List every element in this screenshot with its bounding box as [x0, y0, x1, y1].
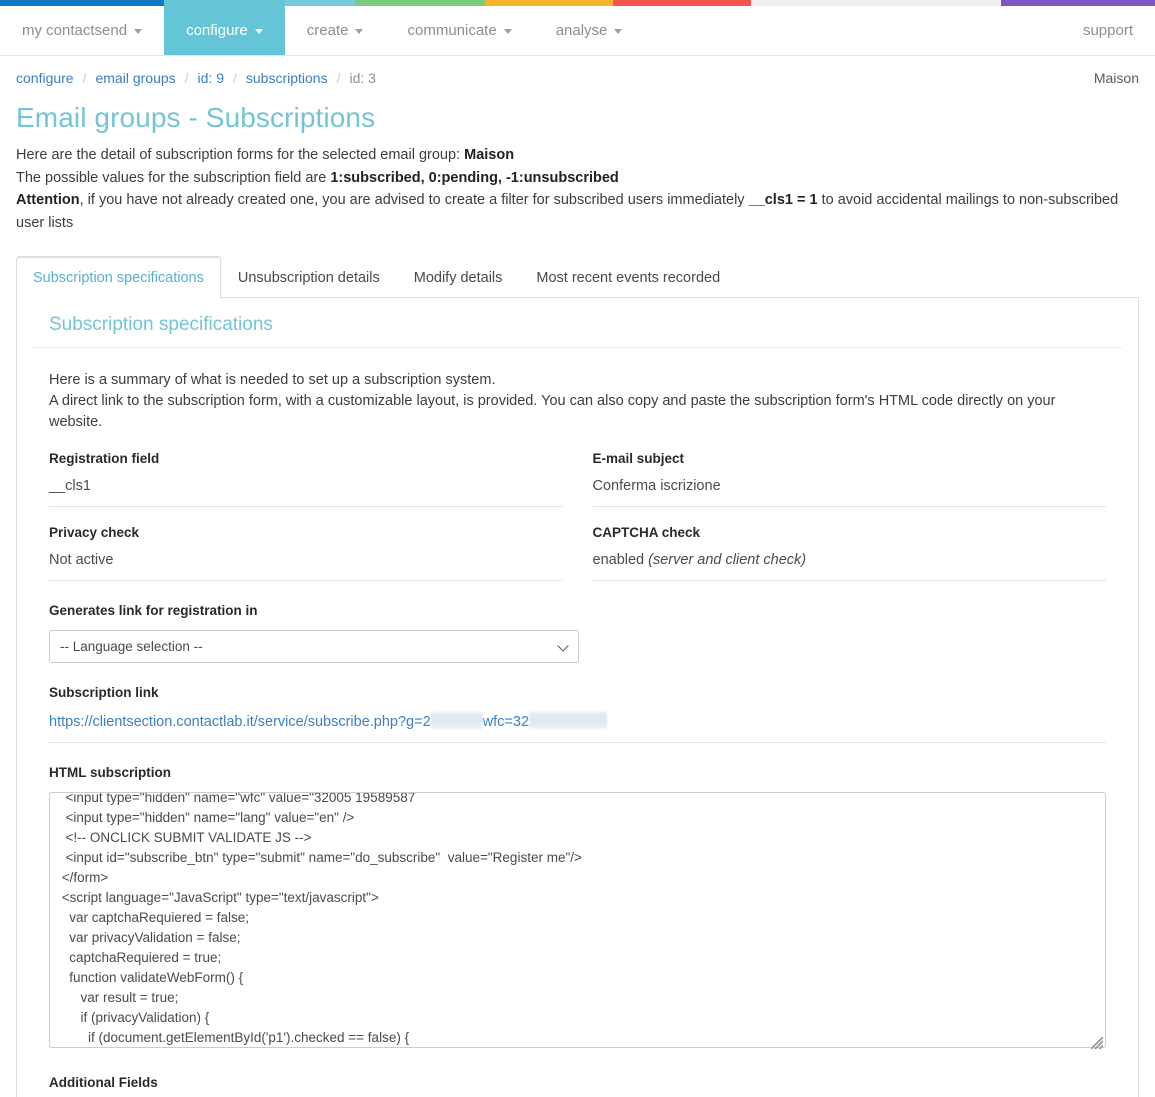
breadcrumb: configure / email groups / id: 9 / subsc…	[16, 70, 376, 86]
breadcrumb-item-subscriptions[interactable]: subscriptions	[246, 70, 328, 86]
field-label: Subscription link	[49, 685, 159, 700]
email-group-name: Maison	[1093, 70, 1139, 86]
field-email-subject: E-mail subject Conferma iscrizione	[592, 451, 1106, 507]
field-label: Generates link for registration in	[49, 603, 258, 618]
language-select-wrapper: -- Language selection --	[49, 630, 579, 663]
field-label: E-mail subject	[592, 451, 685, 466]
field-label: Additional Fields	[49, 1075, 158, 1090]
field-html-subscription: HTML subscription	[49, 765, 1106, 1053]
intro-line-3: Attention, if you have not already creat…	[16, 189, 1139, 234]
field-label: Privacy check	[49, 525, 140, 540]
field-label: Registration field	[49, 451, 160, 466]
nav-item-label: create	[306, 22, 349, 39]
panel-lead-line-2: A direct link to the subscription form, …	[49, 393, 1056, 430]
page-intro: Here are the detail of subscription form…	[16, 144, 1139, 234]
nav-item-label: configure	[186, 22, 248, 39]
breadcrumb-row: configure / email groups / id: 9 / subsc…	[0, 56, 1155, 86]
tab-subscription-specifications[interactable]: Subscription specifications	[16, 256, 221, 298]
field-value: enabled (server and client check)	[592, 552, 1106, 581]
nav-item-my-contactsend[interactable]: my contactsend	[0, 0, 164, 55]
breadcrumb-item-id-9[interactable]: id: 9	[198, 70, 224, 86]
breadcrumb-separator: /	[233, 70, 237, 86]
subscription-link-value: https://clientsection.contactlab.it/serv…	[49, 712, 1106, 743]
intro-line-2: The possible values for the subscription…	[16, 167, 1139, 190]
field-subscription-link: Subscription link https://clientsection.…	[49, 685, 1106, 743]
captcha-note: (server and client check)	[648, 552, 807, 568]
nav-item-label: support	[1082, 22, 1133, 39]
field-registration-field: Registration field __cls1	[49, 451, 563, 507]
breadcrumb-item-email-groups[interactable]: email groups	[95, 70, 175, 86]
chevron-down-icon	[254, 29, 263, 34]
field-privacy-check: Privacy check Not active	[49, 525, 563, 581]
field-generates-link: Generates link for registration in -- La…	[49, 603, 1106, 663]
nav-item-communicate[interactable]: communicate	[385, 0, 533, 55]
field-captcha-check: CAPTCHA check enabled (server and client…	[592, 525, 1106, 581]
html-subscription-textarea[interactable]	[49, 792, 1106, 1048]
language-select[interactable]: -- Language selection --	[49, 630, 579, 663]
field-value: Conferma iscrizione	[592, 478, 1106, 507]
nav-item-configure[interactable]: configure	[164, 0, 285, 55]
field-value: __cls1	[49, 478, 563, 507]
tab-bar: Subscription specifications Unsubscripti…	[16, 256, 1139, 298]
breadcrumb-item-configure[interactable]: configure	[16, 70, 74, 86]
nav-item-label: my contactsend	[22, 22, 128, 39]
chevron-down-icon	[134, 29, 143, 34]
intro-filter-expression: __cls1 = 1	[748, 192, 818, 208]
intro-line-1-text: Here are the detail of subscription form…	[16, 147, 465, 163]
html-subscription-textarea-wrapper	[49, 792, 1106, 1053]
nav-item-support[interactable]: support	[1061, 0, 1155, 55]
intro-line-1-group: Maison	[464, 147, 515, 163]
field-label: HTML subscription	[49, 765, 172, 780]
breadcrumb-separator: /	[336, 70, 341, 86]
tab-most-recent-events-recorded[interactable]: Most recent events recorded	[519, 257, 737, 298]
nav-item-create[interactable]: create	[285, 0, 386, 55]
nav-item-label: communicate	[407, 22, 497, 39]
intro-line-1: Here are the detail of subscription form…	[16, 144, 1139, 167]
captcha-state: enabled	[592, 552, 645, 568]
field-additional-fields: Additional Fields firstName;lastName	[49, 1075, 1106, 1097]
nav-stripe	[751, 0, 1001, 6]
nav-item-label: analyse	[555, 22, 608, 39]
breadcrumb-item-id-3: id: 3	[349, 70, 376, 86]
subscription-link-part2[interactable]: wfc=32	[483, 714, 529, 730]
field-label: CAPTCHA check	[592, 525, 701, 540]
redacted-value-icon	[529, 712, 608, 729]
field-row-1: Registration field __cls1 E-mail subject…	[49, 451, 1106, 507]
field-value: Not active	[49, 552, 563, 581]
chevron-down-icon	[355, 29, 364, 34]
panel-title: Subscription specifications	[33, 298, 1122, 348]
panel-lead: Here is a summary of what is needed to s…	[49, 348, 1106, 433]
redacted-value-icon	[430, 712, 483, 729]
chevron-down-icon	[614, 29, 623, 34]
field-row-2: Privacy check Not active CAPTCHA check e…	[49, 525, 1106, 581]
intro-attention-label: Attention	[16, 192, 80, 208]
breadcrumb-separator: /	[184, 70, 189, 86]
chevron-down-icon	[503, 29, 512, 34]
breadcrumb-separator: /	[82, 70, 87, 86]
panel-body: Here is a summary of what is needed to s…	[33, 348, 1122, 1097]
subscription-link[interactable]: https://clientsection.contactlab.it/serv…	[49, 714, 431, 730]
tab-modify-details[interactable]: Modify details	[397, 257, 520, 298]
intro-line-2-values: 1:subscribed, 0:pending, -1:unsubscribed	[330, 169, 619, 186]
intro-line-3-text: , if you have not already created one, y…	[79, 192, 749, 208]
nav-item-analyse[interactable]: analyse	[534, 0, 645, 55]
intro-line-2-text: The possible values for the subscription…	[16, 169, 331, 186]
page-title: Email groups - Subscriptions	[16, 102, 376, 133]
tab-unsubscription-details[interactable]: Unsubscription details	[221, 257, 397, 298]
top-navbar: my contactsend configure create communic…	[0, 0, 1155, 56]
panel-lead-line-1: Here is a summary of what is needed to s…	[49, 372, 496, 388]
subscription-specifications-panel: Subscription specifications Here is a su…	[16, 298, 1139, 1097]
